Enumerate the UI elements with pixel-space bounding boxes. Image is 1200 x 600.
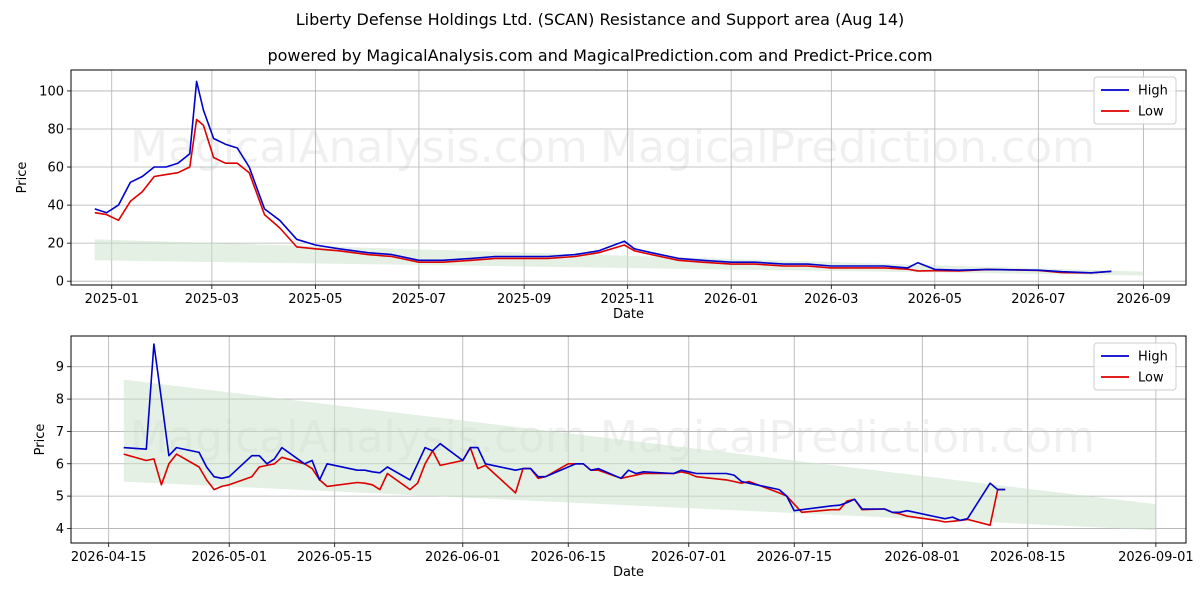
chart-canvas: MagicalAnalysis.com MagicalPrediction.com… — [15, 69, 1194, 580]
y-axis-title: Price — [33, 424, 48, 456]
legend-label-low: Low — [1138, 371, 1164, 386]
x-tick-label: 2026-09-01 — [1118, 550, 1194, 565]
x-axis-title: Date — [613, 565, 644, 580]
x-tick-label: 2026-06-15 — [530, 550, 606, 565]
y-tick-label: 8 — [56, 393, 64, 408]
legend: High Low — [1093, 76, 1177, 125]
x-tick-label: 2025-01 — [85, 292, 139, 307]
watermark-text: MagicalAnalysis.com — [130, 122, 588, 173]
legend: High Low — [1093, 342, 1177, 391]
y-tick-label: 5 — [56, 490, 64, 505]
legend-label-high: High — [1138, 84, 1168, 99]
x-axis-title: Date — [613, 307, 644, 322]
y-tick-label: 40 — [47, 199, 64, 214]
x-tick-label: 2026-01 — [704, 292, 758, 307]
y-tick-label: 20 — [47, 237, 64, 252]
x-tick-label: 2026-07 — [1011, 292, 1065, 307]
legend-label-low: Low — [1138, 105, 1164, 120]
x-tick-label: 2025-03 — [185, 292, 239, 307]
x-tick-label: 2026-06-01 — [425, 550, 501, 565]
x-tick-label: 2026-07-15 — [756, 550, 832, 565]
chart-panel-1: MagicalAnalysis.com MagicalPrediction.com… — [15, 69, 1187, 322]
y-tick-label: 80 — [47, 122, 64, 137]
x-tick-label: 2025-11 — [600, 292, 654, 307]
y-tick-label: 4 — [56, 522, 64, 537]
x-tick-label: 2026-04-15 — [71, 550, 147, 565]
x-tick-label: 2026-03 — [804, 292, 858, 307]
watermark-text: MagicalPrediction.com — [600, 122, 1095, 173]
y-tick-label: 60 — [47, 161, 64, 176]
x-tick-label: 2026-08-15 — [990, 550, 1066, 565]
x-tick-label: 2025-07 — [392, 292, 446, 307]
y-tick-label: 6 — [56, 457, 64, 472]
y-axis-title: Price — [15, 162, 30, 194]
x-tick-label: 2025-09 — [497, 292, 551, 307]
x-tick-label: 2026-08-01 — [885, 550, 961, 565]
y-tick-label: 7 — [56, 425, 64, 440]
x-tick-label: 2026-05-15 — [297, 550, 373, 565]
x-tick-label: 2025-05 — [288, 292, 342, 307]
x-tick-label: 2026-05 — [908, 292, 962, 307]
x-tick-label: 2026-05-01 — [191, 550, 267, 565]
x-tick-label: 2026-07-01 — [651, 550, 727, 565]
chart-panel-2: MagicalAnalysis.comMagicalPrediction.com… — [33, 335, 1194, 580]
y-tick-label: 100 — [39, 84, 64, 99]
y-tick-label: 0 — [56, 275, 64, 290]
y-tick-label: 9 — [56, 360, 64, 375]
x-tick-label: 2026-09 — [1116, 292, 1170, 307]
legend-label-high: High — [1138, 350, 1168, 365]
